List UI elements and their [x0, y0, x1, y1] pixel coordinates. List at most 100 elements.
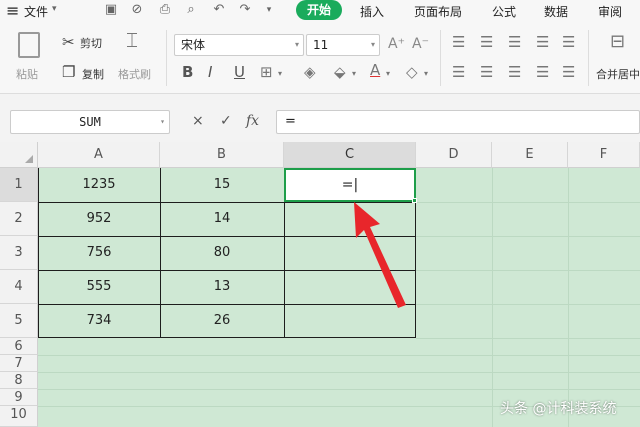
cell-b4[interactable]: 13 [160, 279, 284, 294]
merge-icon[interactable]: ⊟ [610, 33, 625, 51]
row-header-1[interactable]: 1 [0, 168, 38, 202]
bold-icon[interactable]: B [182, 64, 193, 80]
ribbon: 粘贴 ✂ 剪切 ❐ 复制 ⌶ 格式刷 宋体 ▾ 11 ▾ A⁺ A⁻ B I U… [0, 22, 640, 94]
gridline [416, 236, 640, 237]
column-header-b[interactable]: B [160, 142, 284, 168]
row-header-3[interactable]: 3 [0, 236, 38, 270]
gridline [416, 338, 640, 339]
paste-button[interactable]: 粘贴 [16, 66, 38, 82]
cancel-icon[interactable]: × [192, 113, 204, 129]
font-name-value: 宋体 [181, 38, 206, 52]
merge-center-button[interactable]: 合并居中 [596, 66, 640, 82]
formula-input[interactable]: = [276, 110, 640, 134]
row-header-4[interactable]: 4 [0, 270, 38, 304]
tab-review[interactable]: 审阅 [598, 3, 622, 20]
cell-a5[interactable]: 734 [38, 313, 160, 328]
chevron-down-icon[interactable]: ▾ [278, 66, 282, 82]
align-middle-icon[interactable]: ☰ [480, 34, 493, 50]
corner-triangle-icon [25, 155, 33, 163]
cell-b2[interactable]: 14 [160, 211, 284, 226]
underline-icon[interactable]: U [234, 64, 245, 80]
gridline [38, 389, 640, 390]
cell-b3[interactable]: 80 [160, 245, 284, 260]
name-box[interactable]: SUM ▾ [10, 110, 170, 134]
brush-icon[interactable]: ⌶ [126, 30, 138, 50]
divider [440, 30, 441, 86]
cell-a1[interactable]: 1235 [38, 177, 160, 192]
bucket-icon[interactable]: ⬙ [334, 64, 346, 80]
cell-a4[interactable]: 555 [38, 279, 160, 294]
font-color-icon[interactable]: A [370, 62, 380, 78]
gridline [38, 355, 640, 356]
cell-a2[interactable]: 952 [38, 211, 160, 226]
print-preview-icon[interactable]: ⌕ [184, 3, 198, 17]
indent-icon[interactable]: ☰ [562, 34, 575, 50]
paste-icon[interactable] [18, 32, 40, 58]
divider [588, 30, 589, 86]
align-center-icon[interactable]: ☰ [480, 64, 493, 80]
redo-icon[interactable]: ↷ [238, 3, 252, 17]
row-header-9[interactable]: 9 [0, 389, 38, 406]
chevron-down-icon[interactable]: ▾ [424, 66, 428, 82]
column-header-a[interactable]: A [38, 142, 160, 168]
gridline [416, 202, 640, 203]
scissors-icon[interactable]: ✂ [62, 34, 75, 50]
row-header-6[interactable]: 6 [0, 338, 38, 355]
chevron-down-icon[interactable]: ▾ [52, 4, 57, 14]
confirm-icon[interactable]: ✓ [220, 113, 232, 129]
undo-icon[interactable]: ↶ [212, 3, 226, 17]
chevron-down-icon: ▾ [160, 117, 165, 126]
fill-color-icon[interactable]: ◈ [304, 64, 316, 80]
chevron-down-icon[interactable]: ▾ [352, 66, 356, 82]
tab-page-layout[interactable]: 页面布局 [414, 3, 462, 20]
active-cell-c1[interactable]: =| [284, 168, 416, 202]
font-name-select[interactable]: 宋体 ▾ [174, 34, 304, 56]
tab-formulas[interactable]: 公式 [492, 3, 516, 20]
tab-data[interactable]: 数据 [544, 3, 568, 20]
cut-button[interactable]: 剪切 [80, 35, 102, 51]
justify-icon[interactable]: ☰ [536, 34, 549, 50]
font-size-value: 11 [313, 38, 329, 52]
increase-font-icon[interactable]: A⁺ [388, 36, 405, 52]
row-header-7[interactable]: 7 [0, 355, 38, 372]
file-menu[interactable]: 文件 [24, 3, 48, 20]
export-icon[interactable]: ⊘ [130, 3, 144, 17]
hamburger-icon[interactable]: ≡ [6, 1, 19, 20]
column-header-d[interactable]: D [416, 142, 492, 168]
align-left-icon[interactable]: ☰ [452, 64, 465, 80]
font-size-select[interactable]: 11 ▾ [306, 34, 380, 56]
print-icon[interactable]: ⎙ [158, 3, 172, 17]
chevron-down-icon[interactable]: ▾ [386, 66, 390, 82]
format-painter-button[interactable]: 格式刷 [118, 66, 151, 82]
border-icon[interactable]: ⊞ [260, 64, 273, 80]
gridline [38, 372, 640, 373]
row-header-10[interactable]: 10 [0, 406, 38, 427]
arrow-shape [354, 202, 406, 308]
decrease-font-icon[interactable]: A⁻ [412, 36, 429, 52]
distributed-icon[interactable]: ☰ [562, 64, 575, 80]
row-header-8[interactable]: 8 [0, 372, 38, 389]
cell-b5[interactable]: 26 [160, 313, 284, 328]
column-header-c[interactable]: C [284, 142, 416, 168]
row-header-2[interactable]: 2 [0, 202, 38, 236]
copy-button[interactable]: 复制 [82, 66, 104, 82]
align-bottom-icon[interactable]: ☰ [508, 34, 521, 50]
column-header-f[interactable]: F [568, 142, 640, 168]
tab-insert[interactable]: 插入 [360, 3, 384, 20]
align-right-icon[interactable]: ☰ [508, 64, 521, 80]
select-all-corner[interactable] [0, 142, 38, 168]
gridline [416, 270, 640, 271]
row-header-5[interactable]: 5 [0, 304, 38, 338]
fx-icon[interactable]: fx [246, 113, 259, 129]
cell-b1[interactable]: 15 [160, 177, 284, 192]
column-header-e[interactable]: E [492, 142, 568, 168]
align-top-icon[interactable]: ☰ [452, 34, 465, 50]
cell-a3[interactable]: 756 [38, 245, 160, 260]
copy-icon[interactable]: ❐ [62, 64, 75, 80]
align-justify-icon[interactable]: ☰ [536, 64, 549, 80]
save-icon[interactable]: ▣ [104, 3, 118, 17]
eraser-icon[interactable]: ◇ [406, 64, 418, 80]
customize-chevron-icon[interactable]: ▾ [262, 3, 276, 17]
italic-icon[interactable]: I [208, 64, 212, 80]
tab-home[interactable]: 开始 [296, 0, 342, 20]
